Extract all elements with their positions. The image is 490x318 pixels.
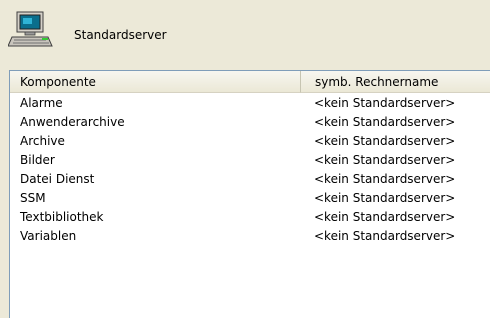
dialog-header: Standardserver <box>0 0 490 62</box>
cell-komponente: Textbibliothek <box>20 210 104 224</box>
column-header-label: Komponente <box>20 75 96 89</box>
cell-komponente: Anwenderarchive <box>20 115 125 129</box>
cell-komponente: SSM <box>20 191 46 205</box>
cell-komponente: Archive <box>20 134 65 148</box>
cell-komponente: Datei Dienst <box>20 172 95 186</box>
cell-rechnername: <kein Standardserver> <box>314 172 456 186</box>
cell-rechnername: <kein Standardserver> <box>314 96 456 110</box>
column-header-label: symb. Rechnername <box>315 75 439 89</box>
table-row[interactable]: Anwenderarchive <kein Standardserver> <box>10 113 490 132</box>
table-row[interactable]: SSM <kein Standardserver> <box>10 189 490 208</box>
cell-rechnername: <kein Standardserver> <box>314 210 456 224</box>
table-row[interactable]: Datei Dienst <kein Standardserver> <box>10 170 490 189</box>
column-header-rechnername[interactable]: symb. Rechnername <box>301 71 490 93</box>
cell-rechnername: <kein Standardserver> <box>314 115 456 129</box>
cell-rechnername: <kein Standardserver> <box>314 229 456 243</box>
cell-rechnername: <kein Standardserver> <box>314 153 456 167</box>
cell-komponente: Variablen <box>20 229 77 243</box>
table-row[interactable]: Textbibliothek <kein Standardserver> <box>10 208 490 227</box>
table-row[interactable]: Bilder <kein Standardserver> <box>10 151 490 170</box>
table-row[interactable]: Variablen <kein Standardserver> <box>10 227 490 246</box>
list-rows: Alarme <kein Standardserver> Anwenderarc… <box>10 94 490 246</box>
cell-rechnername: <kein Standardserver> <box>314 134 456 148</box>
computer-icon <box>8 11 53 47</box>
cell-komponente: Bilder <box>20 153 55 167</box>
cell-rechnername: <kein Standardserver> <box>314 191 456 205</box>
table-row[interactable]: Archive <kein Standardserver> <box>10 132 490 151</box>
server-title: Standardserver <box>74 28 167 42</box>
table-row[interactable]: Alarme <kein Standardserver> <box>10 94 490 113</box>
cell-komponente: Alarme <box>20 96 63 110</box>
column-header-komponente[interactable]: Komponente <box>10 71 301 93</box>
component-list[interactable]: Komponente symb. Rechnername Alarme <kei… <box>9 70 490 318</box>
